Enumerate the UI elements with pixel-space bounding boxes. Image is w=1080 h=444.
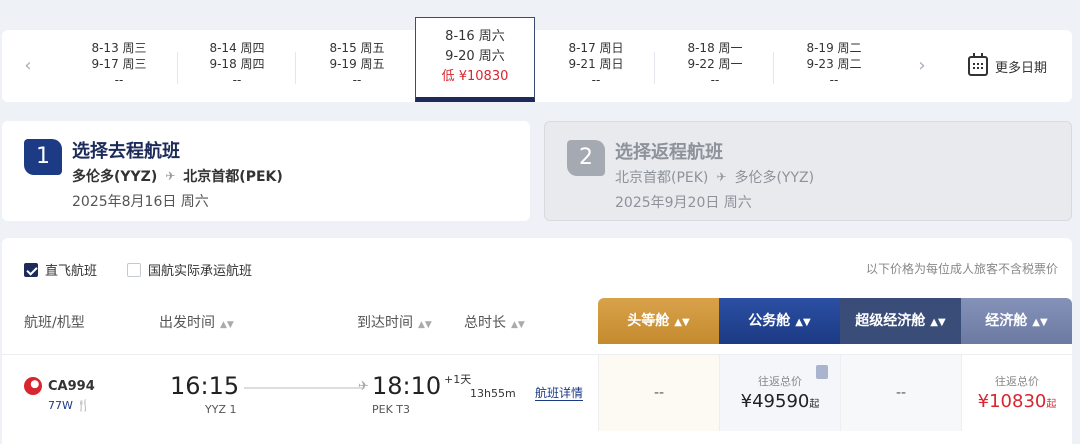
filters: 直飞航班 国航实际承运航班 — [24, 260, 282, 279]
flight-details-link[interactable]: 航班详情 — [535, 386, 584, 401]
step-title: 选择去程航班 — [72, 141, 180, 162]
cabin-premium-sort[interactable]: 超级经济舱 ▲▼ — [840, 298, 961, 344]
sort-icon: ▲▼ — [220, 320, 234, 330]
step-outbound[interactable]: 1 选择去程航班 多伦多(YYZ) ✈ 北京首都(PEK) 2025年8月16日… — [2, 121, 530, 221]
next-day-badge: +1天 — [444, 373, 472, 386]
calendar-icon — [968, 53, 988, 76]
direct-flights-checkbox[interactable]: 直飞航班 — [24, 260, 97, 279]
sort-icon: ▲▼ — [795, 317, 811, 328]
cabin-business-sort[interactable]: 公务舱 ▲▼ — [719, 298, 840, 344]
cabin-first-sort[interactable]: 头等舱 ▲▼ — [598, 298, 719, 344]
next-dates-icon[interactable]: › — [910, 54, 934, 78]
bookmark-icon — [816, 365, 828, 379]
lowest-price: 低 ¥10830 — [441, 69, 509, 84]
col-flight: 航班/机型 — [24, 315, 85, 331]
sort-icon: ▲▼ — [511, 320, 525, 330]
first-class-price-cell: -- — [598, 355, 719, 431]
flight-row: CA994 77W 🍴 16:15 YYZ 1 ✈ 18:10 PEK T3 +… — [2, 354, 1072, 431]
sort-icon: ▲▼ — [930, 317, 946, 328]
step-number: 2 — [567, 140, 605, 176]
checkbox-checked-icon — [24, 262, 38, 277]
col-arrive-sort[interactable]: 到达时间 ▲▼ — [357, 312, 432, 332]
depart-time: 16:15 — [170, 372, 240, 400]
air-china-operated-checkbox[interactable]: 国航实际承运航班 — [127, 260, 252, 279]
arrive-airport: PEK T3 — [372, 403, 411, 416]
plane-icon: ✈ — [716, 170, 727, 184]
date-option[interactable]: 8-13 周三 9-17 周三 -- — [60, 40, 178, 92]
economy-price-cell[interactable]: 往返总价 ¥10830起 — [961, 355, 1072, 431]
plane-icon: ✈ — [165, 169, 176, 183]
step-route: 多伦多(YYZ) ✈ 北京首都(PEK) — [72, 169, 283, 185]
sort-icon: ▲▼ — [1032, 317, 1048, 328]
date-option-selected[interactable]: 8-16 周六 9-20 周六 低 ¥10830 — [415, 17, 535, 102]
price-note: 以下价格为每位成人旅客不含税票价 — [865, 262, 1058, 276]
date-option[interactable]: 8-15 周五 9-19 周五 -- — [298, 40, 416, 92]
arrive-time: 18:10 — [372, 372, 442, 400]
air-china-logo-icon — [24, 377, 42, 395]
sort-icon: ▲▼ — [674, 317, 690, 328]
duration: 13h55m — [470, 387, 516, 400]
step-date: 2025年9月20日 周六 — [615, 195, 752, 211]
date-option[interactable]: 8-14 周四 9-18 周四 -- — [178, 40, 296, 92]
date-option[interactable]: 8-18 周一 9-22 周一 -- — [656, 40, 774, 92]
route-line — [244, 387, 362, 389]
checkbox-icon — [127, 262, 142, 277]
business-price: ¥49590起 — [740, 391, 820, 412]
step-title: 选择返程航班 — [615, 142, 723, 163]
date-option[interactable]: 8-19 周二 9-23 周二 -- — [775, 40, 893, 92]
premium-economy-price-cell: -- — [840, 355, 961, 431]
step-number: 1 — [24, 139, 62, 175]
cabin-economy-sort[interactable]: 经济舱 ▲▼ — [961, 298, 1072, 344]
meal-icon: 🍴 — [76, 399, 91, 412]
plane-icon: ✈ — [358, 379, 369, 394]
business-price-cell[interactable]: 往返总价 ¥49590起 — [719, 355, 840, 431]
economy-price: ¥10830起 — [977, 391, 1057, 412]
depart-airport: YYZ 1 — [205, 403, 237, 416]
sort-icon: ▲▼ — [418, 320, 432, 330]
date-strip: ‹ 8-13 周三 9-17 周三 -- 8-14 周四 9-18 周四 -- … — [2, 17, 1072, 102]
results-panel: 直飞航班 国航实际承运航班 以下价格为每位成人旅客不含税票价 航班/机型 出发时… — [2, 238, 1072, 444]
flight-number: CA994 — [48, 379, 95, 394]
more-dates-button[interactable]: 更多日期 — [968, 53, 1047, 78]
aircraft-type[interactable]: 77W 🍴 — [48, 399, 91, 412]
step-route: 北京首都(PEK) ✈ 多伦多(YYZ) — [615, 170, 815, 186]
step-date: 2025年8月16日 周六 — [72, 194, 209, 210]
step-return[interactable]: 2 选择返程航班 北京首都(PEK) ✈ 多伦多(YYZ) 2025年9月20日… — [544, 121, 1072, 221]
prev-dates-icon[interactable]: ‹ — [16, 54, 40, 78]
col-depart-sort[interactable]: 出发时间 ▲▼ — [159, 312, 234, 332]
date-option[interactable]: 8-17 周日 9-21 周日 -- — [537, 40, 655, 92]
col-duration-sort[interactable]: 总时长 ▲▼ — [464, 312, 525, 332]
